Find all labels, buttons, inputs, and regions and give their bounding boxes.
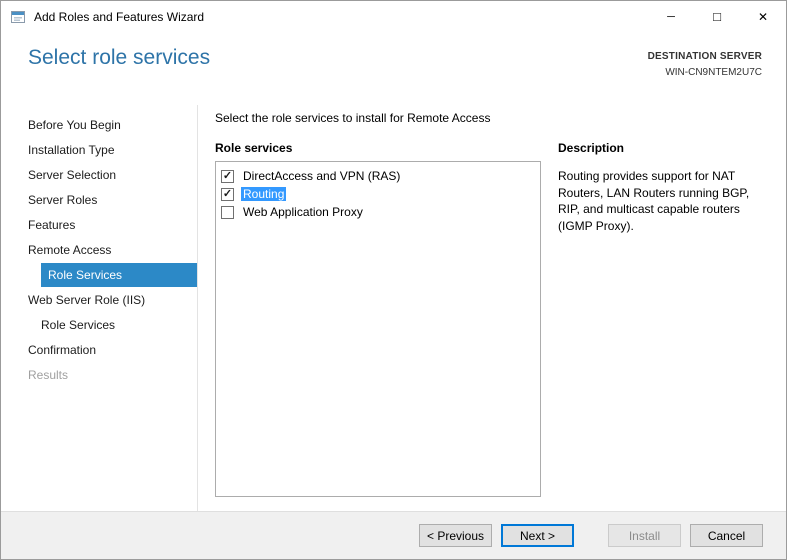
description-text: Routing provides support for NAT Routers…	[558, 168, 766, 234]
destination-server-info: DESTINATION SERVER WIN-CN9NTEM2U7C	[648, 49, 762, 80]
cancel-button[interactable]: Cancel	[690, 524, 763, 547]
destination-server-name: WIN-CN9NTEM2U7C	[648, 65, 762, 81]
titlebar: Add Roles and Features Wizard ─ □ ✕	[1, 1, 786, 32]
add-roles-features-wizard-window: Add Roles and Features Wizard ─ □ ✕ Sele…	[0, 0, 787, 560]
nav-item-features[interactable]: Features	[28, 213, 197, 237]
nav-item-web-server-role-iis[interactable]: Web Server Role (IIS)	[28, 288, 197, 312]
nav-item-server-selection[interactable]: Server Selection	[28, 163, 197, 187]
wizard-app-icon	[10, 9, 26, 25]
nav-item-server-roles[interactable]: Server Roles	[28, 188, 197, 212]
nav-item-remote-access[interactable]: Remote Access	[28, 238, 197, 262]
page-title: Select role services	[28, 46, 210, 70]
nav-item-confirmation[interactable]: Confirmation	[28, 338, 197, 362]
role-service-label-routing-selected: Routing	[241, 187, 286, 201]
role-service-row-web-application-proxy[interactable]: Web Application Proxy	[221, 203, 540, 221]
nav-item-role-services-remote-access[interactable]: Role Services	[41, 263, 197, 287]
role-service-row-routing[interactable]: ✓ Routing	[221, 185, 540, 203]
destination-server-label: DESTINATION SERVER	[648, 49, 762, 65]
nav-item-before-you-begin[interactable]: Before You Begin	[28, 113, 197, 137]
wizard-steps-nav: Before You Begin Installation Type Serve…	[28, 113, 197, 388]
instruction-text: Select the role services to install for …	[215, 111, 490, 125]
wizard-header: Select role services DESTINATION SERVER …	[1, 32, 786, 104]
close-button[interactable]: ✕	[740, 1, 786, 32]
checkbox-checked-icon[interactable]: ✓	[221, 170, 234, 183]
previous-button[interactable]: < Previous	[419, 524, 492, 547]
role-service-label-directaccess: DirectAccess and VPN (RAS)	[241, 169, 402, 183]
role-service-row-directaccess[interactable]: ✓ DirectAccess and VPN (RAS)	[221, 167, 540, 185]
role-services-list[interactable]: ✓ DirectAccess and VPN (RAS) ✓ Routing W…	[215, 161, 541, 497]
sidebar-divider	[197, 105, 198, 512]
role-services-heading: Role services	[215, 141, 292, 155]
window-controls: ─ □ ✕	[648, 1, 786, 32]
next-button[interactable]: Next >	[501, 524, 574, 547]
checkbox-unchecked-icon[interactable]	[221, 206, 234, 219]
role-service-label-web-application-proxy: Web Application Proxy	[241, 205, 365, 219]
maximize-button[interactable]: □	[694, 1, 740, 32]
checkbox-checked-icon[interactable]: ✓	[221, 188, 234, 201]
description-heading: Description	[558, 141, 624, 155]
install-button[interactable]: Install	[608, 524, 681, 547]
footer-button-bar: < Previous Next > Install Cancel	[1, 511, 786, 559]
minimize-button[interactable]: ─	[648, 1, 694, 32]
nav-item-installation-type[interactable]: Installation Type	[28, 138, 197, 162]
nav-item-role-services-iis[interactable]: Role Services	[28, 313, 197, 337]
nav-item-results: Results	[28, 363, 197, 387]
window-title: Add Roles and Features Wizard	[34, 10, 204, 24]
